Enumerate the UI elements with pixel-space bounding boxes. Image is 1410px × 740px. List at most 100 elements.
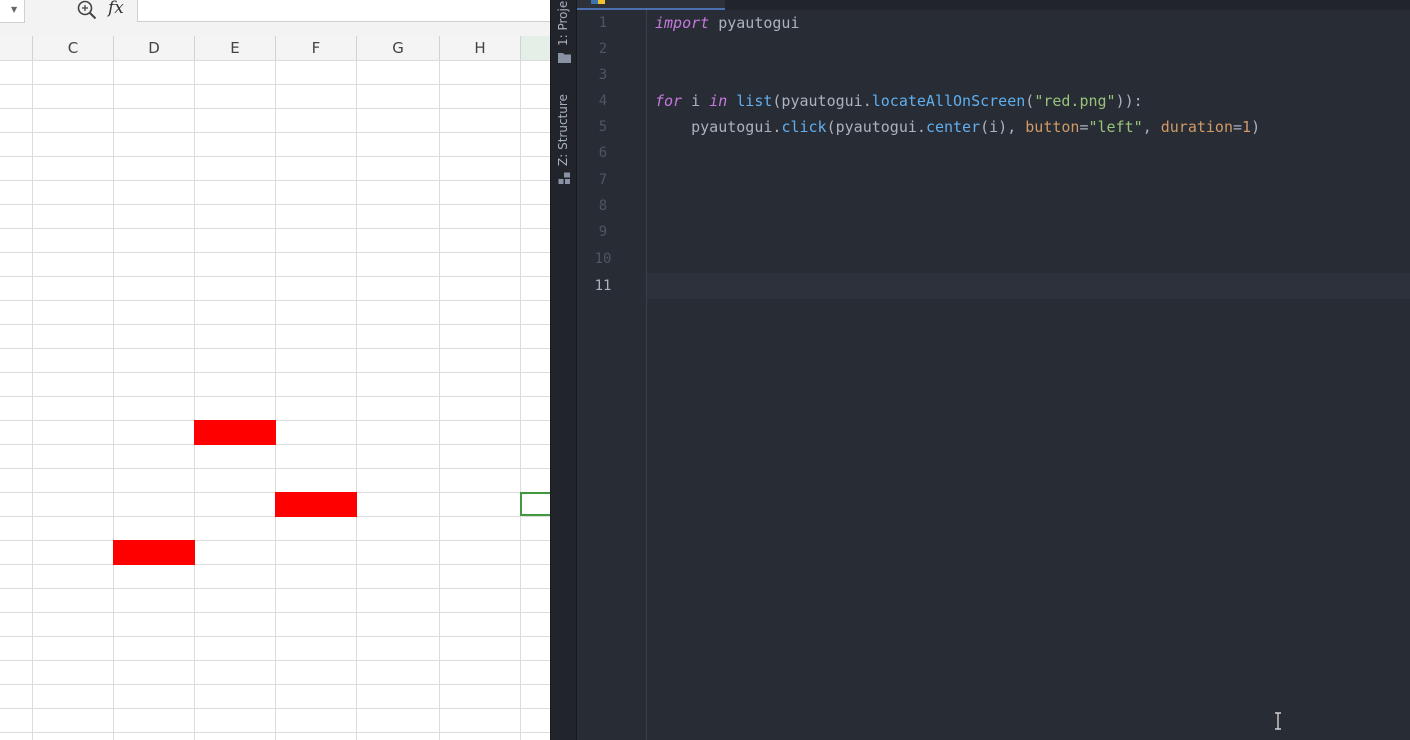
ide-window: 1: Proje Z: Structure 1 2 3 4 5 6 7 8 9 …: [550, 0, 1410, 740]
line-number: 3: [598, 67, 608, 83]
grid-column-line: [32, 60, 33, 740]
keyword-in: in: [709, 92, 728, 110]
param-button: button: [1025, 118, 1080, 136]
editor-tab-bar: [577, 0, 1410, 10]
column-header-f[interactable]: F: [276, 36, 357, 60]
param-duration: duration: [1160, 118, 1233, 136]
code-line-5[interactable]: pyautogui.click(pyautogui.center(i), but…: [655, 114, 1260, 140]
zoom-formula-icon[interactable]: [76, 0, 98, 21]
grid-row-line: [0, 60, 550, 61]
grid-row-line: [0, 228, 550, 229]
grid-row-line: [0, 108, 550, 109]
structure-tool-tab[interactable]: Z: Structure: [556, 94, 570, 166]
keyword-for: for: [655, 92, 683, 110]
grid-row-line: [0, 252, 550, 253]
grid-column-line: [275, 60, 276, 740]
grid-row-line: [0, 300, 550, 301]
line-number: 5: [598, 119, 608, 135]
grid-row-line: [0, 180, 550, 181]
formula-input[interactable]: [137, 0, 550, 22]
line-number: 8: [598, 198, 608, 214]
grid-column-line: [113, 60, 114, 740]
grid-row-line: [0, 564, 550, 565]
grid-row-line: [0, 372, 550, 373]
line-number: 9: [598, 224, 608, 240]
code-text: ,: [1142, 118, 1161, 136]
column-header-h[interactable]: H: [440, 36, 521, 60]
code-text: (: [1025, 92, 1035, 110]
grid-row-line: [0, 468, 550, 469]
code-line-1[interactable]: import pyautogui: [655, 10, 800, 36]
grid-row-line: [0, 732, 550, 733]
red-cell-e[interactable]: [194, 420, 276, 445]
line-number: 1: [598, 15, 608, 31]
column-header-b-partial[interactable]: [0, 36, 33, 60]
grid-row-line: [0, 132, 550, 133]
number-literal: 1: [1242, 118, 1252, 136]
column-header-i[interactable]: [521, 36, 550, 60]
code-text: (pyautogui.: [826, 118, 926, 136]
code-text: (i),: [980, 118, 1026, 136]
grid-row-line: [0, 708, 550, 709]
chevron-down-icon: ▼: [11, 5, 18, 14]
string-literal: "red.png": [1034, 92, 1116, 110]
text-cursor-icon: [1275, 712, 1281, 730]
grid-column-line: [520, 60, 521, 740]
code-text: =: [1079, 118, 1089, 136]
project-tool-tab[interactable]: 1: Proje: [556, 1, 570, 46]
grid-row-line: [0, 276, 550, 277]
red-cell-f[interactable]: [275, 492, 357, 517]
module-name: pyautogui: [709, 14, 800, 32]
spreadsheet-window: ▼ fx C D E F G H: [0, 0, 550, 740]
function-click: click: [781, 118, 827, 136]
grid-row-line: [0, 540, 550, 541]
builtin-list: list: [736, 92, 773, 110]
name-box-dropdown[interactable]: ▼: [0, 0, 25, 23]
code-line-4[interactable]: for i in list(pyautogui.locateAllOnScree…: [655, 88, 1143, 114]
code-text: (pyautogui.: [772, 92, 872, 110]
line-number-current: 11: [594, 278, 612, 294]
line-number-gutter: 1 2 3 4 5 6 7 8 9 10 11: [577, 10, 647, 740]
grid-row-line: [0, 684, 550, 685]
loop-variable: i: [682, 92, 710, 110]
grid-row-line: [0, 612, 550, 613]
grid-row-line: [0, 84, 550, 85]
line-number: 2: [598, 41, 608, 57]
formula-bar: ▼ fx: [0, 0, 550, 37]
code-text: )):: [1115, 92, 1143, 110]
grid-row-line: [0, 156, 550, 157]
grid-row-line: [0, 204, 550, 205]
folder-icon[interactable]: [558, 52, 571, 63]
current-line-highlight: [647, 273, 1410, 299]
function-center: center: [925, 118, 981, 136]
red-cell-d[interactable]: [113, 540, 195, 565]
line-number: 10: [594, 251, 612, 267]
grid-row-line: [0, 348, 550, 349]
tool-window-strip: 1: Proje Z: Structure: [550, 0, 577, 740]
keyword-import: import: [655, 14, 710, 32]
editor-tab-active[interactable]: [577, 0, 725, 10]
grid-row-line: [0, 588, 550, 589]
structure-icon[interactable]: [558, 172, 571, 185]
grid-column-line: [439, 60, 440, 740]
column-header-row: C D E F G H: [0, 36, 550, 61]
line-number: 4: [598, 93, 608, 109]
cell-grid[interactable]: [0, 60, 550, 740]
column-header-d[interactable]: D: [114, 36, 195, 60]
grid-column-line: [194, 60, 195, 740]
function-locate-all: locateAllOnScreen: [871, 92, 1026, 110]
line-number: 6: [598, 145, 608, 161]
code-text: =: [1233, 118, 1243, 136]
insert-function-icon[interactable]: fx: [108, 0, 124, 19]
column-header-g[interactable]: G: [357, 36, 440, 60]
grid-row-line: [0, 636, 550, 637]
code-text: pyautogui.: [655, 118, 782, 136]
code-editor[interactable]: import pyautogui for i in list(pyautogui…: [647, 10, 1410, 740]
column-header-c[interactable]: C: [33, 36, 114, 60]
column-header-e[interactable]: E: [195, 36, 276, 60]
grid-row-line: [0, 324, 550, 325]
string-literal: "left": [1088, 118, 1143, 136]
grid-row-line: [0, 396, 550, 397]
selected-cell[interactable]: [520, 492, 550, 516]
